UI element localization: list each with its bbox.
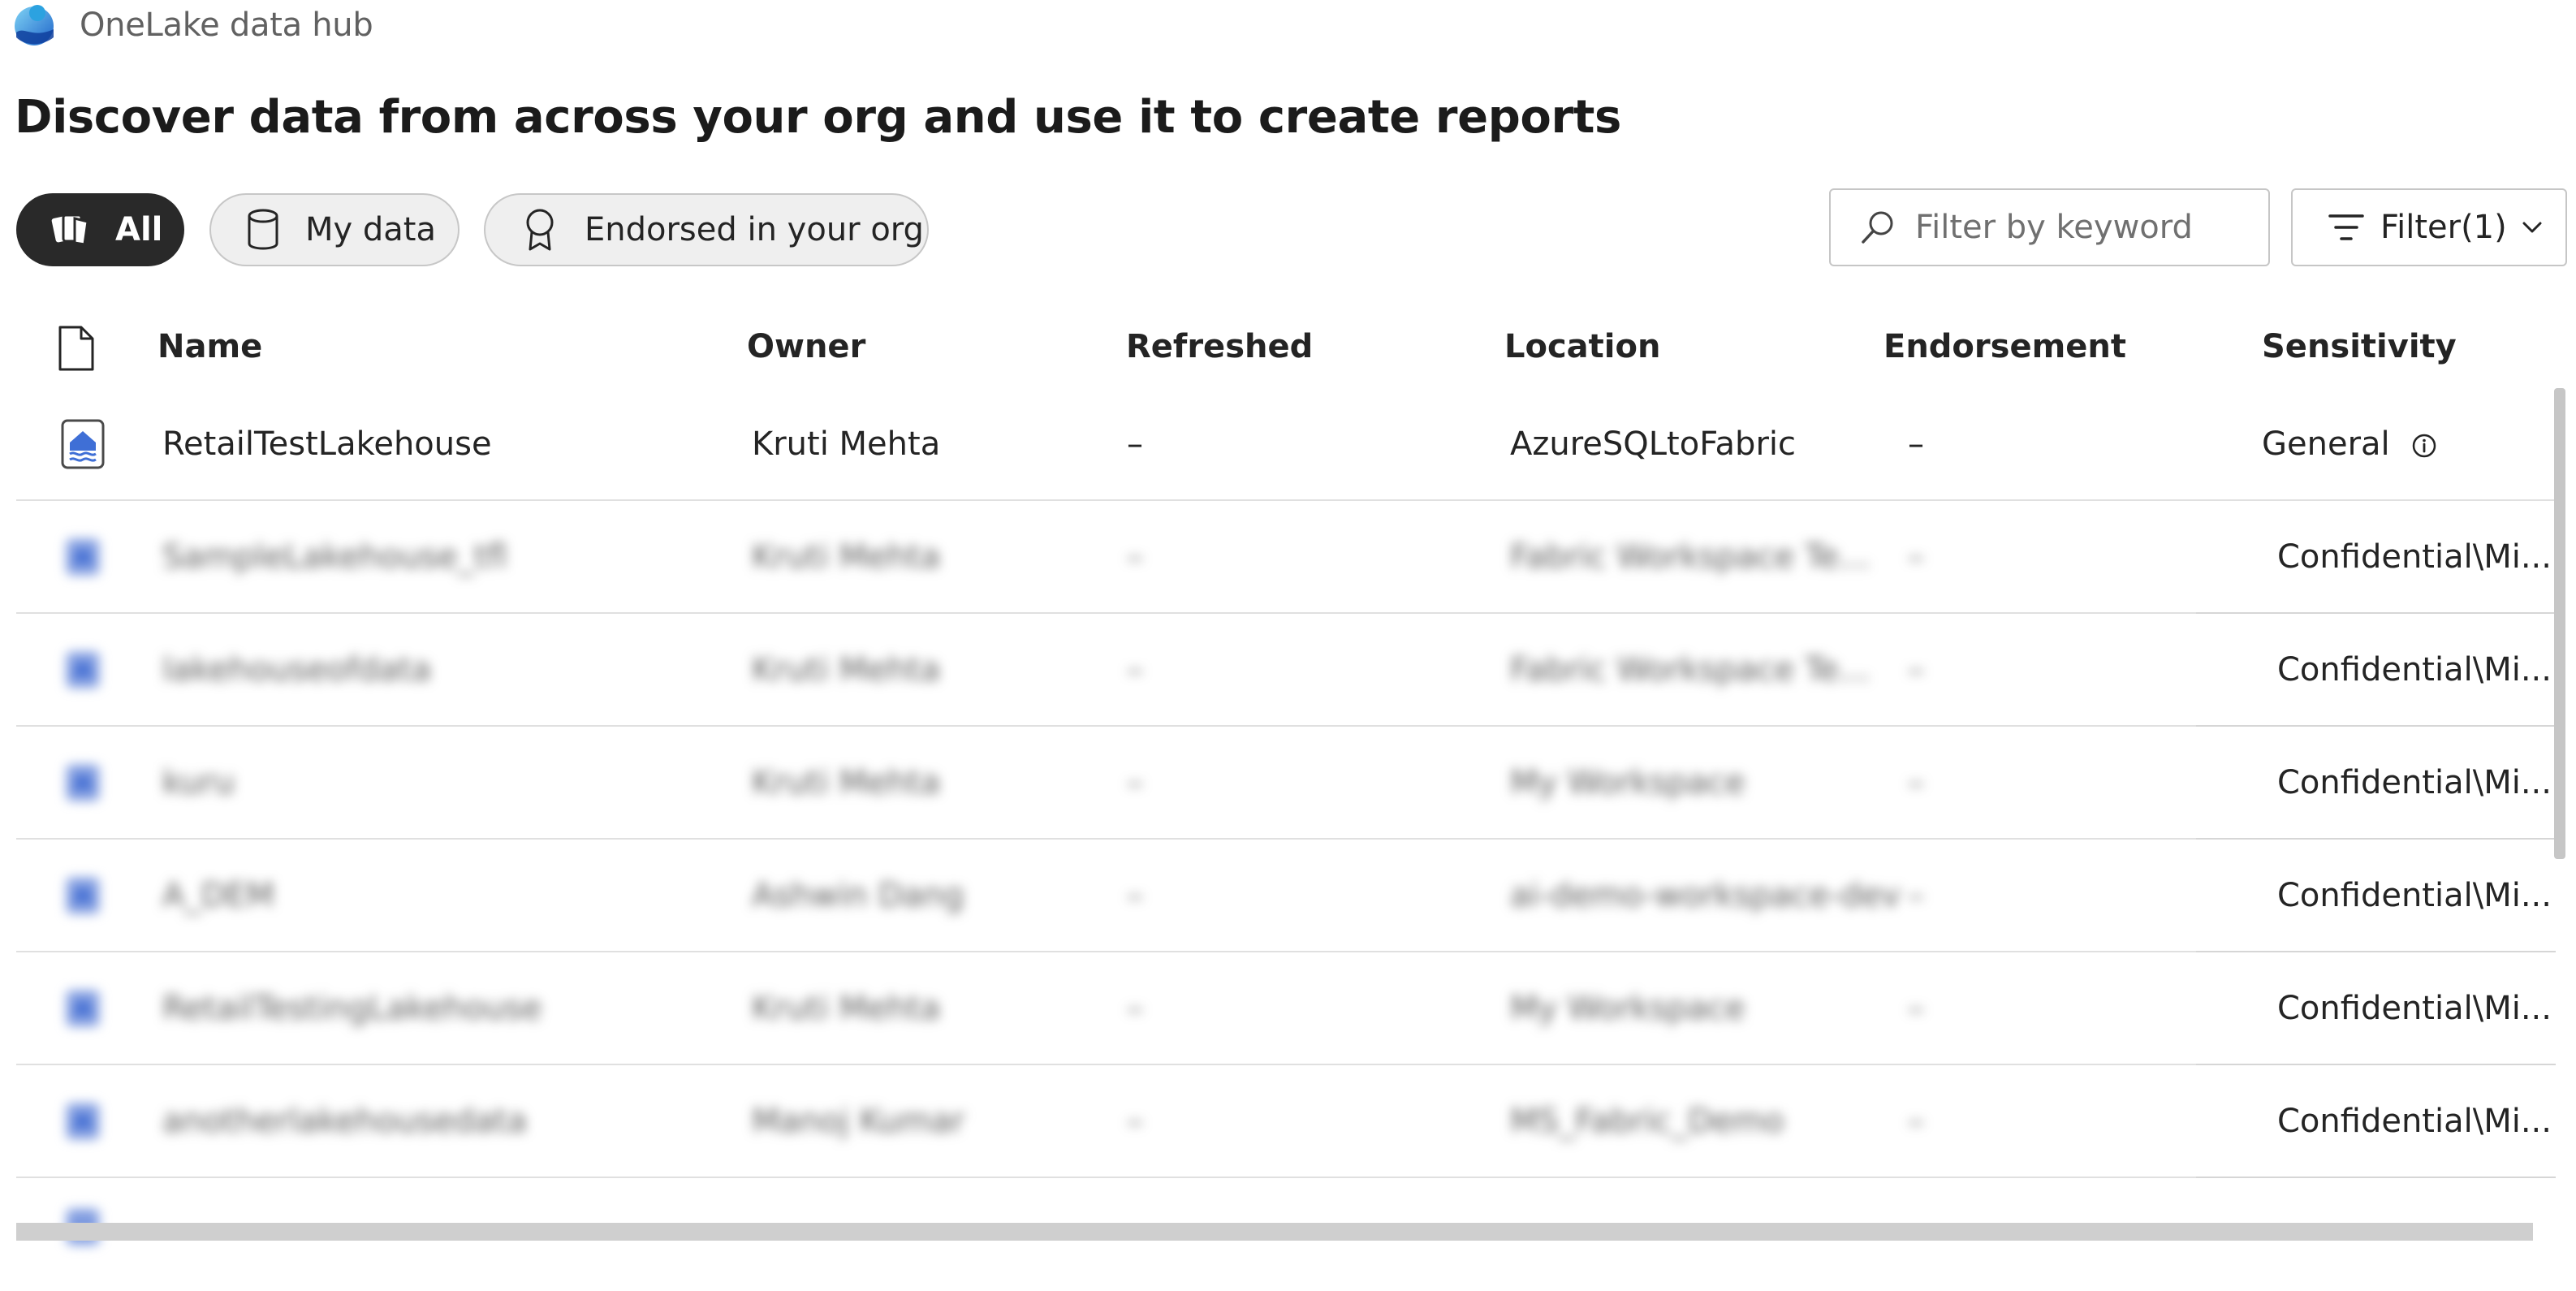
row-location[interactable]: AzureSQLtoFabric — [1510, 425, 1796, 463]
row-endorsement: – — [1908, 989, 1924, 1027]
sensitivity-cell: Confidential\Mi... — [2196, 501, 2556, 614]
onelake-logo-icon — [15, 5, 54, 45]
row-sensitivity: Confidential\Mi... — [2277, 1102, 2552, 1140]
column-header-refreshed[interactable]: Refreshed — [1126, 328, 1313, 365]
row-sensitivity: Confidential\Mi... — [2277, 763, 2552, 801]
vertical-scrollbar[interactable] — [2554, 388, 2565, 859]
row-name[interactable]: RetailTestLakehouse — [162, 425, 492, 463]
sensitivity-label: General — [2262, 425, 2390, 463]
row-refreshed: – — [1127, 876, 1143, 914]
filter-lines-icon — [2328, 214, 2364, 240]
row-sensitivity: Confidential\Mi... — [2277, 650, 2552, 689]
column-header-location[interactable]: Location — [1504, 328, 1660, 365]
table-row[interactable]: lakehouseofdata Kruti Mehta – Fabric Wor… — [16, 614, 2556, 727]
table-row[interactable]: SampleLakehouse_tfl Kruti Mehta – Fabric… — [16, 501, 2556, 614]
file-type-icon — [58, 326, 94, 371]
row-refreshed: – — [1127, 763, 1143, 801]
row-owner: Kruti Mehta — [752, 425, 941, 463]
column-header-owner[interactable]: Owner — [747, 328, 865, 365]
row-name[interactable]: A_DEM — [162, 877, 274, 914]
all-items-icon — [51, 214, 89, 246]
filter-button-label: Filter(1) — [2380, 209, 2507, 246]
row-sensitivity: General — [2262, 425, 2437, 463]
row-sensitivity: Confidential\Mi... — [2277, 538, 2552, 576]
row-refreshed: – — [1127, 1102, 1143, 1140]
search-box[interactable] — [1829, 188, 2270, 266]
lakehouse-icon — [67, 651, 99, 688]
row-owner: Kruti Mehta — [752, 650, 941, 689]
row-name[interactable]: SampleLakehouse_tfl — [162, 538, 507, 576]
row-location[interactable]: My Workspace — [1510, 764, 1745, 801]
table-row[interactable]: anotherlakehousedata Manoj Kumar – MS_Fa… — [16, 1065, 2556, 1178]
lakehouse-icon — [61, 419, 105, 468]
row-refreshed: – — [1127, 650, 1143, 689]
row-owner: Kruti Mehta — [752, 763, 941, 801]
row-owner: Manoj Kumar — [752, 1102, 965, 1140]
lakehouse-icon — [67, 538, 99, 575]
sensitivity-cell: Confidential\Mi... — [2196, 952, 2556, 1065]
row-endorsement: – — [1908, 876, 1924, 914]
row-sensitivity: Confidential\Mi... — [2277, 989, 2552, 1027]
lakehouse-icon — [67, 764, 99, 801]
row-location[interactable]: MS_Fabric_Demo — [1510, 1103, 1784, 1140]
row-endorsement: – — [1908, 1102, 1924, 1140]
table-row[interactable]: RetailTestingLakehouse Kruti Mehta – My … — [16, 952, 2556, 1065]
column-header-name[interactable]: Name — [157, 328, 262, 365]
table-row[interactable]: RetailTestLakehouse Kruti Mehta – AzureS… — [16, 388, 2556, 501]
row-name[interactable]: anotherlakehousedata — [162, 1103, 527, 1140]
row-name[interactable]: lakehouseofdata — [162, 651, 431, 689]
row-endorsement: – — [1908, 425, 1924, 463]
info-icon[interactable] — [2411, 433, 2437, 459]
sensitivity-cell: Confidential\Mi... — [2196, 1065, 2556, 1178]
lakehouse-icon — [67, 990, 99, 1026]
filter-button[interactable]: Filter(1) — [2291, 188, 2567, 266]
table-row[interactable]: A_DEM Ashwin Dang – ai-demo-workspace-de… — [16, 840, 2556, 952]
search-icon — [1862, 211, 1893, 244]
search-input[interactable] — [1915, 209, 2240, 246]
row-owner: Kruti Mehta — [752, 538, 941, 576]
row-name[interactable]: RetailTestingLakehouse — [162, 990, 542, 1027]
row-owner: Kruti Mehta — [752, 989, 941, 1027]
chip-endorsed[interactable]: Endorsed in your org — [484, 193, 929, 266]
row-location[interactable]: ai-demo-workspace-dev — [1510, 877, 1901, 914]
lakehouse-icon — [67, 877, 99, 913]
app-title: OneLake data hub — [80, 6, 373, 44]
page-title: Discover data from across your org and u… — [15, 91, 1621, 144]
chip-my-data[interactable]: My data — [209, 193, 460, 266]
sensitivity-cell: Confidential\Mi... — [2196, 840, 2556, 952]
app-header: OneLake data hub — [11, 0, 373, 50]
chip-all[interactable]: All — [16, 193, 184, 266]
sensitivity-cell: Confidential\Mi... — [2196, 614, 2556, 727]
chip-all-label: All — [115, 211, 163, 248]
row-sensitivity: Confidential\Mi... — [2277, 876, 2552, 914]
ribbon-icon — [526, 209, 554, 251]
row-location[interactable]: Fabric Workspace Te... — [1510, 651, 1870, 689]
chevron-down-icon — [2522, 222, 2542, 233]
row-refreshed: – — [1127, 425, 1143, 463]
lakehouse-icon — [67, 1103, 99, 1139]
chip-endorsed-label: Endorsed in your org — [585, 211, 924, 248]
sensitivity-cell: Confidential\Mi... — [2196, 727, 2556, 840]
horizontal-scrollbar[interactable] — [16, 1223, 2533, 1241]
row-name[interactable]: kuru — [162, 764, 235, 801]
column-header-endorsement[interactable]: Endorsement — [1883, 328, 2126, 365]
database-icon — [248, 209, 278, 250]
row-owner: Ashwin Dang — [752, 876, 964, 914]
chip-my-data-label: My data — [305, 211, 436, 248]
row-endorsement: – — [1908, 538, 1924, 576]
row-endorsement: – — [1908, 650, 1924, 689]
row-location[interactable]: My Workspace — [1510, 990, 1745, 1027]
table-row[interactable]: kuru Kruti Mehta – My Workspace – Confid… — [16, 727, 2556, 840]
row-refreshed: – — [1127, 989, 1143, 1027]
row-location[interactable]: Fabric Workspace Te... — [1510, 538, 1870, 576]
column-header-sensitivity[interactable]: Sensitivity — [2262, 328, 2457, 365]
row-refreshed: – — [1127, 538, 1143, 576]
row-endorsement: – — [1908, 763, 1924, 801]
